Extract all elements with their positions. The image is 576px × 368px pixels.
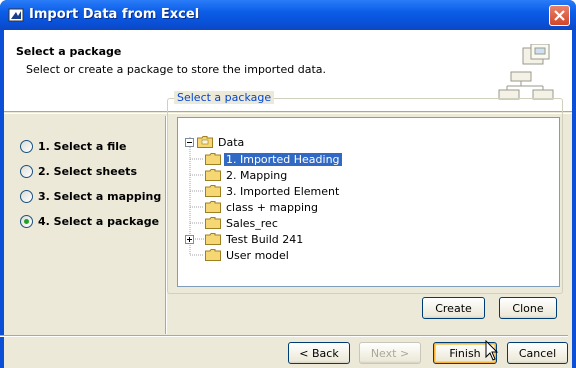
- radio-button-selected[interactable]: [20, 214, 33, 228]
- back-button[interactable]: < Back: [288, 342, 350, 364]
- step-select-sheets[interactable]: 2. Select sheets: [20, 163, 137, 179]
- tree-item-label: User model: [226, 248, 289, 262]
- tree-item-label: class + mapping: [226, 200, 318, 214]
- tree-item-label: Data: [218, 135, 245, 149]
- step-select-file[interactable]: 1. Select a file: [20, 138, 127, 154]
- package-tree[interactable]: Data 1. Imported Heading 2. Mapping 3. I…: [177, 117, 560, 287]
- import-window-icon: [8, 7, 24, 23]
- page-subtitle: Select or create a package to store the …: [26, 63, 327, 76]
- cancel-button[interactable]: Cancel: [507, 342, 568, 364]
- package-hierarchy-icon: [497, 43, 557, 103]
- close-button[interactable]: [549, 5, 570, 26]
- folder-icon: [205, 169, 221, 181]
- footer-separator: [0, 335, 568, 337]
- tree-item[interactable]: class + mapping: [205, 199, 320, 215]
- folder-icon: [205, 233, 221, 245]
- tree-root-data[interactable]: Data: [185, 134, 246, 150]
- step-label: 3. Select a mapping: [38, 189, 162, 203]
- create-button[interactable]: Create: [422, 297, 485, 319]
- package-folder-icon: [197, 136, 213, 148]
- group-legend: Select a package: [174, 91, 275, 104]
- page-title: Select a package: [16, 45, 122, 58]
- tree-item[interactable]: 1. Imported Heading: [205, 151, 343, 167]
- expand-icon[interactable]: [185, 234, 194, 244]
- steps-panel: 1. Select a file 2. Select sheets 3. Sel…: [4, 116, 162, 334]
- folder-icon: [205, 249, 221, 261]
- step-label: 1. Select a file: [38, 139, 127, 153]
- collapse-icon[interactable]: [185, 137, 194, 147]
- tree-item-label: Test Build 241: [226, 232, 304, 246]
- tree-item[interactable]: 3. Imported Element: [205, 183, 341, 199]
- step-select-mapping[interactable]: 3. Select a mapping: [20, 188, 161, 204]
- tree-item-label: Sales_rec: [226, 216, 278, 230]
- title-bar[interactable]: Import Data from Excel: [0, 0, 576, 30]
- clone-button[interactable]: Clone: [499, 297, 557, 319]
- mouse-pointer-icon: [485, 339, 499, 365]
- tree-item[interactable]: User model: [205, 247, 291, 263]
- radio-button[interactable]: [20, 139, 33, 153]
- radio-button[interactable]: [20, 164, 33, 178]
- tree-item-label: 2. Mapping: [226, 168, 288, 182]
- tree-item[interactable]: Sales_rec: [205, 215, 280, 231]
- folder-icon: [205, 201, 221, 213]
- next-button[interactable]: Next >: [359, 342, 421, 364]
- step-label: 4. Select a package: [38, 214, 160, 228]
- radio-button[interactable]: [20, 189, 33, 203]
- tree-item-label: 3. Imported Element: [226, 184, 340, 198]
- tree-item-expandable[interactable]: Test Build 241: [185, 231, 305, 247]
- folder-icon: [205, 217, 221, 229]
- tree-item[interactable]: 2. Mapping: [205, 167, 289, 183]
- import-dialog-window: Import Data from Excel Select a package …: [0, 0, 576, 368]
- tree-item-label: 1. Imported Heading: [223, 151, 343, 167]
- folder-icon: [205, 185, 221, 197]
- folder-icon: [205, 153, 221, 165]
- step-label: 2. Select sheets: [38, 164, 137, 178]
- window-title: Import Data from Excel: [29, 7, 200, 22]
- step-select-package[interactable]: 4. Select a package: [20, 213, 159, 229]
